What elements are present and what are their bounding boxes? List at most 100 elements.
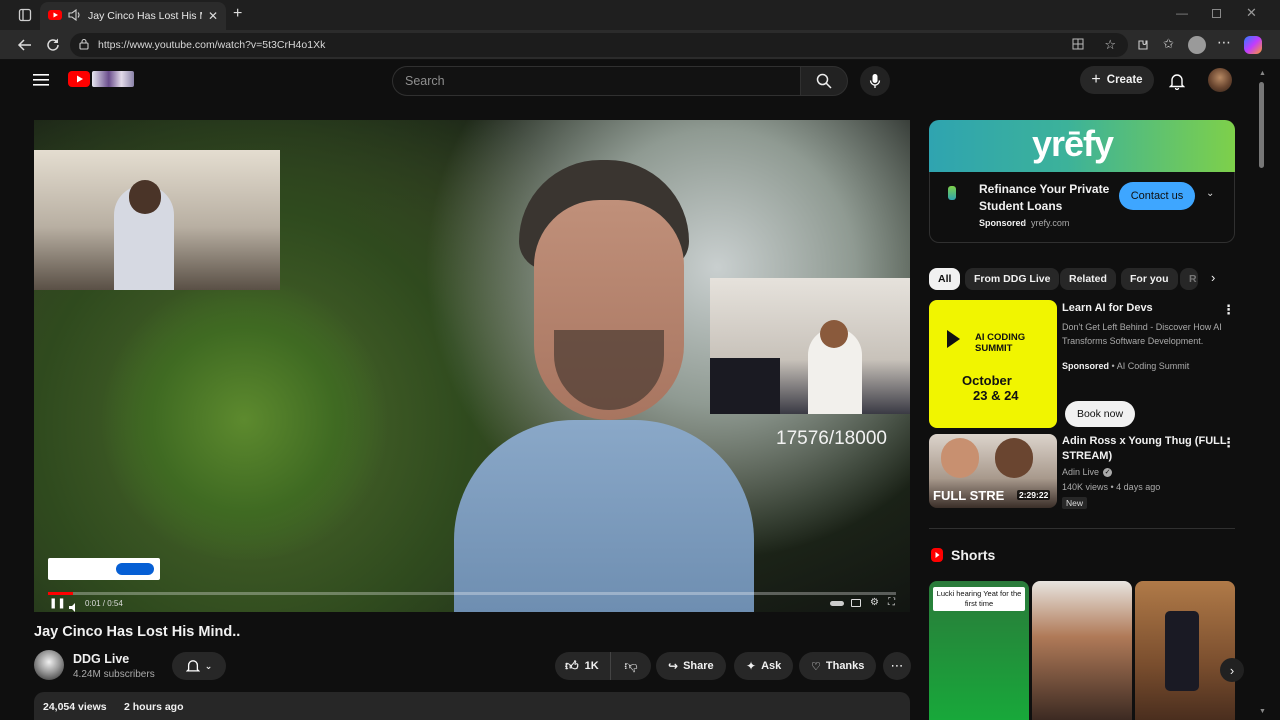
new-badge: New [1062, 497, 1088, 509]
progress-bar[interactable] [48, 592, 896, 595]
view-count: 24,054 views [43, 701, 107, 713]
page-scrollbar[interactable]: ▲ ▼ [1258, 70, 1266, 718]
contact-us-button[interactable]: Contact us [1119, 182, 1195, 210]
back-arrow-icon[interactable] [17, 37, 33, 53]
plus-icon: + [1091, 71, 1101, 88]
shorts-header: Shorts [931, 547, 995, 563]
thanks-button[interactable]: ♡ Thanks [799, 652, 877, 680]
new-tab-button[interactable]: + [233, 5, 242, 23]
ad-separator: • [1023, 218, 1027, 228]
notifications-bell-icon[interactable] [1168, 73, 1186, 95]
book-now-button[interactable]: Book now [1065, 401, 1135, 427]
captions-icon[interactable] [851, 599, 861, 607]
minimize-button[interactable]: — [1176, 6, 1188, 20]
pause-icon[interactable]: ❚❚ [49, 598, 66, 609]
description-box[interactable]: 24,054 views 2 hours ago [34, 692, 910, 720]
autoplay-toggle[interactable] [830, 601, 844, 606]
account-avatar[interactable] [1208, 68, 1232, 92]
create-button[interactable]: + Create [1080, 66, 1154, 94]
menu-icon[interactable] [33, 73, 49, 92]
thumb-date-line-1: October [962, 373, 1012, 388]
copilot-icon[interactable] [1244, 36, 1262, 54]
ad-overlay-card[interactable] [48, 558, 160, 580]
scrollbar-thumb[interactable] [1259, 82, 1264, 168]
close-window-button[interactable]: ✕ [1246, 5, 1257, 21]
speaker-icon[interactable] [68, 8, 82, 24]
fullscreen-icon[interactable]: ⛶ [888, 597, 895, 608]
webcam-overlay-left [34, 150, 280, 290]
ad-info-panel: Refinance Your Private Student Loans Spo… [929, 172, 1235, 243]
site-info-icon[interactable] [78, 38, 90, 53]
rec-more-options-icon[interactable]: ⋮ [1222, 302, 1235, 318]
chip-all[interactable]: All [929, 268, 961, 290]
thumb-summit-line-1: AI CODING [975, 332, 1026, 343]
rec-thumbnail-adin-ross[interactable]: FULL STRE 2:29:22 [929, 434, 1057, 508]
maximize-button[interactable] [1212, 9, 1221, 18]
thumbs-down-icon: 👎︎ [624, 658, 638, 673]
channel-avatar[interactable] [34, 650, 64, 680]
super-thanks-icon: ♡ [811, 660, 821, 673]
share-label: Share [683, 660, 714, 672]
volume-icon[interactable] [69, 599, 79, 612]
short-card-2[interactable] [1032, 581, 1132, 720]
like-count: 1K [584, 660, 599, 672]
short-caption: Lucki hearing Yeat for the first time [933, 587, 1025, 611]
settings-gear-icon[interactable]: ⚙ [870, 597, 879, 608]
favorites-icon[interactable]: ✩ [1163, 36, 1174, 52]
short-card-1[interactable]: Lucki hearing Yeat for the first time [929, 581, 1029, 720]
favorite-star-icon[interactable]: ☆ [1104, 37, 1116, 53]
thumb-date-line-2: 23 & 24 [973, 388, 1019, 403]
viewer-count-overlay: 17576/18000 [776, 428, 887, 449]
shorts-next-button[interactable]: › [1220, 658, 1244, 682]
thumb-summit-line-2: SUMMIT [975, 343, 1013, 354]
thumbs-up-icon: 👍︎ [565, 658, 579, 673]
address-bar[interactable]: https://www.youtube.com/watch?v=5t3CrH4o… [70, 33, 1128, 57]
rec-thumbnail-ai-summit[interactable]: AI CODING SUMMIT October 23 & 24 [929, 300, 1057, 428]
rec-more-options-icon[interactable]: ⋮ [1222, 435, 1235, 451]
like-button[interactable]: 👍︎ 1K [555, 652, 611, 680]
tab-actions-icon[interactable] [18, 8, 32, 22]
refresh-icon[interactable] [45, 37, 61, 53]
chips-next-arrow-icon[interactable]: › [1211, 270, 1215, 285]
chip-from-ddg-live[interactable]: From DDG Live [965, 268, 1060, 290]
search-input[interactable]: Search [392, 66, 800, 96]
video-player[interactable]: 17576/18000 ❚❚ 0:01 / 0:54 ⚙ ⛶ [34, 120, 910, 612]
short-card-3[interactable] [1135, 581, 1235, 720]
youtube-logo-icon [68, 71, 90, 87]
tab-close-icon[interactable]: ✕ [208, 9, 218, 23]
voice-search-button[interactable] [860, 66, 890, 96]
profile-avatar-icon[interactable] [1188, 36, 1206, 54]
search-button[interactable] [800, 66, 848, 96]
browser-tab[interactable]: Jay Cinco Has Lost His Mind ✕ [40, 2, 226, 30]
chip-recently-uploaded[interactable]: R [1180, 268, 1198, 290]
chip-for-you[interactable]: For you [1121, 268, 1178, 290]
shorts-heading: Shorts [951, 547, 996, 563]
ad-expand-chevron-icon[interactable]: ⌄ [1206, 188, 1214, 199]
rec-channel[interactable]: Adin Live ✓ [1062, 467, 1113, 477]
thumb-overlay-text: FULL STRE [933, 488, 1005, 503]
browser-menu-icon[interactable]: ⋯ [1217, 34, 1232, 51]
ask-button[interactable]: ✦ Ask [734, 652, 794, 680]
rec-title-ai-summit[interactable]: Learn AI for Devs [1062, 302, 1153, 314]
doodle-image [92, 71, 134, 87]
app-available-icon[interactable] [1072, 38, 1084, 53]
dislike-button[interactable]: 👎︎ [611, 658, 651, 674]
channel-name[interactable]: DDG Live [73, 652, 129, 666]
subscription-bell-button[interactable]: ⌄ [172, 652, 226, 680]
more-actions-button[interactable]: ⋯ [883, 652, 911, 680]
ad-brand-logo: yrēfy [1032, 123, 1114, 164]
ad-banner[interactable]: yrēfy [929, 120, 1235, 172]
ask-label: Ask [761, 660, 782, 672]
youtube-logo[interactable] [68, 71, 134, 87]
bonsai-tree [94, 280, 394, 560]
ad-headline-2: Student Loans [979, 199, 1063, 213]
search-icon [816, 73, 832, 89]
share-button[interactable]: ↪ Share [656, 652, 726, 680]
rec-title-line-2[interactable]: STREAM) [1062, 450, 1112, 462]
browser-tab-bar: Jay Cinco Has Lost His Mind ✕ + — ✕ [0, 0, 1280, 30]
chip-related[interactable]: Related [1060, 268, 1116, 290]
rec-title-line-1[interactable]: Adin Ross x Young Thug (FULL [1062, 435, 1227, 447]
video-title: Jay Cinco Has Lost His Mind.. [34, 624, 241, 640]
rec-sponsor-source: AI Coding Summit [1116, 361, 1190, 371]
extensions-icon[interactable] [1136, 38, 1150, 52]
